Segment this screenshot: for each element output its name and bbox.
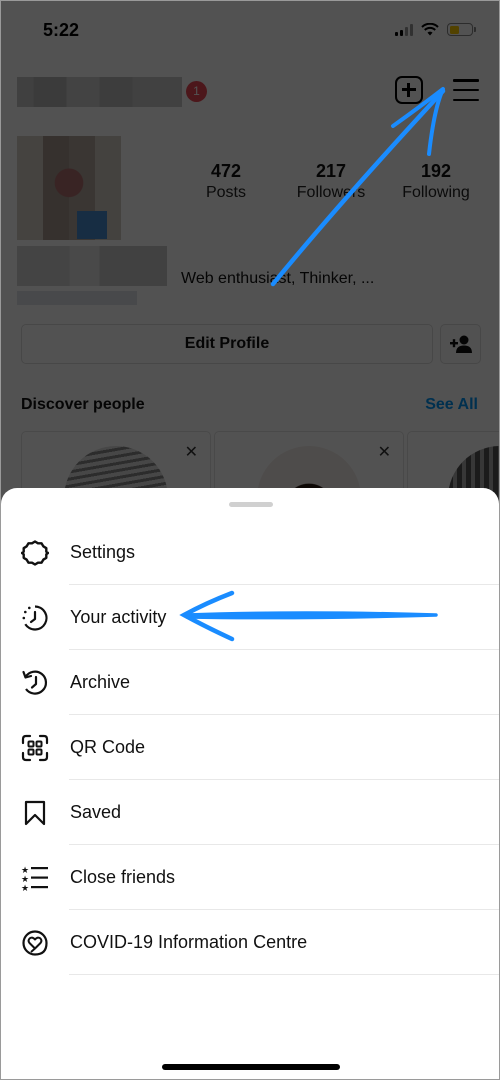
home-indicator[interactable] bbox=[162, 1064, 340, 1070]
menu-item-label: Archive bbox=[70, 672, 131, 692]
archive-history-icon bbox=[20, 668, 50, 698]
activity-clock-icon bbox=[20, 603, 50, 633]
covid-heart-icon bbox=[20, 928, 50, 958]
menu-item-settings[interactable]: Settings bbox=[1, 520, 499, 585]
menu-item-label: Saved bbox=[70, 802, 122, 822]
menu-item-close-friends[interactable]: ★ ★ ★ Close friends bbox=[1, 845, 499, 910]
close-friends-list-icon: ★ ★ ★ bbox=[20, 863, 50, 893]
phone-screen: 5:22 1 472 Posts 217 Followers bbox=[0, 0, 500, 1080]
bookmark-icon bbox=[20, 798, 50, 828]
menu-item-label: QR Code bbox=[70, 737, 146, 757]
profile-menu-sheet: Settings Your activity Archive QR Code S… bbox=[1, 488, 499, 1079]
menu-item-label: COVID-19 Information Centre bbox=[70, 932, 308, 952]
menu-item-qr-code[interactable]: QR Code bbox=[1, 715, 499, 780]
sheet-grabber-handle[interactable] bbox=[229, 502, 273, 507]
menu-item-label: Settings bbox=[70, 542, 136, 562]
menu-item-covid-19-information-centre[interactable]: COVID-19 Information Centre bbox=[1, 910, 499, 975]
gear-icon bbox=[20, 538, 50, 568]
menu-item-label: Your activity bbox=[70, 607, 167, 627]
menu-item-saved[interactable]: Saved bbox=[1, 780, 499, 845]
menu-item-your-activity[interactable]: Your activity bbox=[1, 585, 499, 650]
menu-item-label: Close friends bbox=[70, 867, 176, 887]
menu-list: Settings Your activity Archive QR Code S… bbox=[1, 520, 499, 975]
svg-text:★: ★ bbox=[21, 884, 29, 892]
menu-item-archive[interactable]: Archive bbox=[1, 650, 499, 715]
qr-code-icon bbox=[20, 733, 50, 763]
